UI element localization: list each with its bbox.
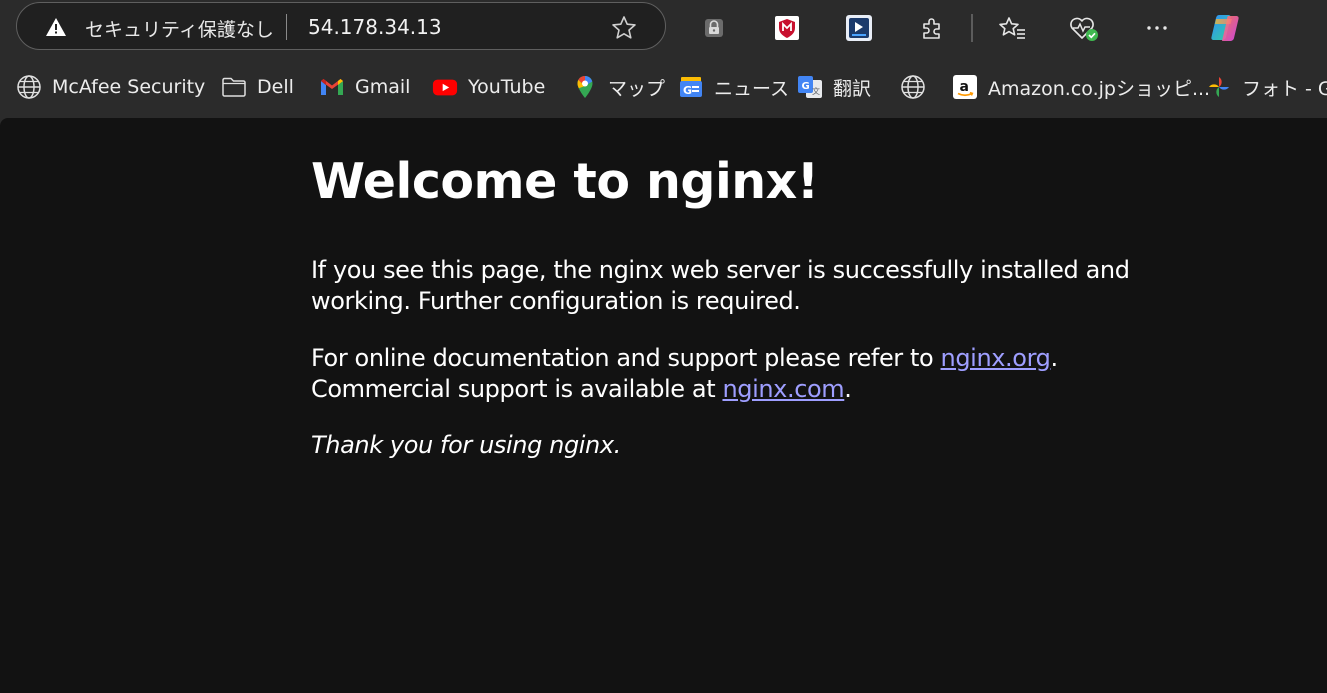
bookmark-youtube[interactable]: YouTube bbox=[432, 62, 545, 112]
more-menu-icon[interactable] bbox=[1139, 10, 1175, 46]
thank-you-text: Thank you for using nginx. bbox=[311, 431, 621, 459]
bookmark-label: フォト - Go bbox=[1242, 77, 1327, 100]
bookmark-gmail[interactable]: Gmail bbox=[319, 62, 410, 112]
add-favorite-star-icon[interactable] bbox=[611, 15, 637, 41]
svg-text:G: G bbox=[683, 84, 692, 97]
extensions-puzzle-icon[interactable] bbox=[914, 10, 950, 46]
copilot-icon[interactable] bbox=[1207, 10, 1243, 46]
globe-icon bbox=[900, 74, 926, 100]
maps-pin-icon bbox=[572, 74, 598, 100]
screencast-extension-icon[interactable] bbox=[841, 10, 877, 46]
address-bar[interactable]: セキュリティ保護なし 54.178.34.13 bbox=[16, 2, 666, 50]
password-lock-icon[interactable] bbox=[696, 10, 732, 46]
youtube-icon bbox=[432, 74, 458, 100]
news-icon: G bbox=[678, 74, 704, 100]
bookmark-untitled[interactable] bbox=[900, 62, 936, 112]
url-text[interactable]: 54.178.34.13 bbox=[308, 15, 442, 39]
mcafee-extension-icon[interactable] bbox=[769, 10, 805, 46]
bookmark-news[interactable]: G ニュース bbox=[678, 62, 789, 112]
intro-paragraph: If you see this page, the nginx web serv… bbox=[311, 256, 1130, 315]
svg-text:G: G bbox=[802, 81, 810, 92]
documentation-text: For online documentation and support ple… bbox=[311, 344, 941, 372]
bookmark-label: ニュース bbox=[714, 77, 790, 100]
bookmark-label: 翻訳 bbox=[833, 77, 872, 100]
bookmark-label: Amazon.co.jpショッピ... bbox=[988, 77, 1211, 100]
globe-icon bbox=[16, 74, 42, 100]
warning-icon[interactable] bbox=[45, 17, 67, 37]
svg-text:文: 文 bbox=[812, 86, 820, 96]
bookmark-label: Dell bbox=[257, 76, 294, 98]
punctuation: . bbox=[1050, 344, 1058, 372]
nginx-com-link[interactable]: nginx.com bbox=[722, 375, 844, 403]
bookmark-photos[interactable]: フォト - Go bbox=[1206, 62, 1327, 112]
bookmarks-bar: McAfee Security Dell Gmail YouTube マップ G… bbox=[0, 62, 1327, 112]
favorites-icon[interactable] bbox=[994, 10, 1030, 46]
commercial-support-text: Commercial support is available at bbox=[311, 375, 723, 403]
security-status-label[interactable]: セキュリティ保護なし bbox=[85, 15, 274, 42]
bookmark-mcafee-security[interactable]: McAfee Security bbox=[16, 62, 205, 112]
photos-pinwheel-icon bbox=[1206, 74, 1232, 100]
gmail-icon bbox=[319, 74, 345, 100]
amazon-icon: a bbox=[952, 74, 978, 100]
punctuation: . bbox=[844, 375, 852, 403]
bookmark-dell[interactable]: Dell bbox=[221, 62, 294, 112]
page-title: Welcome to nginx! bbox=[311, 153, 819, 210]
svg-text:a: a bbox=[960, 79, 969, 95]
page-content: Welcome to nginx! If you see this page, … bbox=[0, 118, 1327, 693]
nginx-org-link[interactable]: nginx.org bbox=[941, 344, 1051, 372]
bookmark-label: McAfee Security bbox=[52, 76, 206, 98]
bookmark-label: Gmail bbox=[355, 76, 411, 98]
bookmark-amazon[interactable]: a Amazon.co.jpショッピ... bbox=[952, 62, 1210, 112]
translate-icon: G文 bbox=[797, 74, 823, 100]
browser-toolbar: セキュリティ保護なし 54.178.34.13 bbox=[0, 0, 1327, 56]
address-divider bbox=[286, 14, 287, 40]
bookmark-label: YouTube bbox=[468, 76, 546, 98]
bookmark-maps[interactable]: マップ bbox=[572, 62, 665, 112]
folder-icon bbox=[221, 74, 247, 100]
bookmark-label: マップ bbox=[608, 77, 666, 100]
bookmark-translate[interactable]: G文 翻訳 bbox=[797, 62, 871, 112]
documentation-paragraph: For online documentation and support ple… bbox=[311, 343, 1211, 405]
browser-essentials-icon[interactable] bbox=[1066, 10, 1102, 46]
toolbar-divider bbox=[971, 14, 973, 42]
